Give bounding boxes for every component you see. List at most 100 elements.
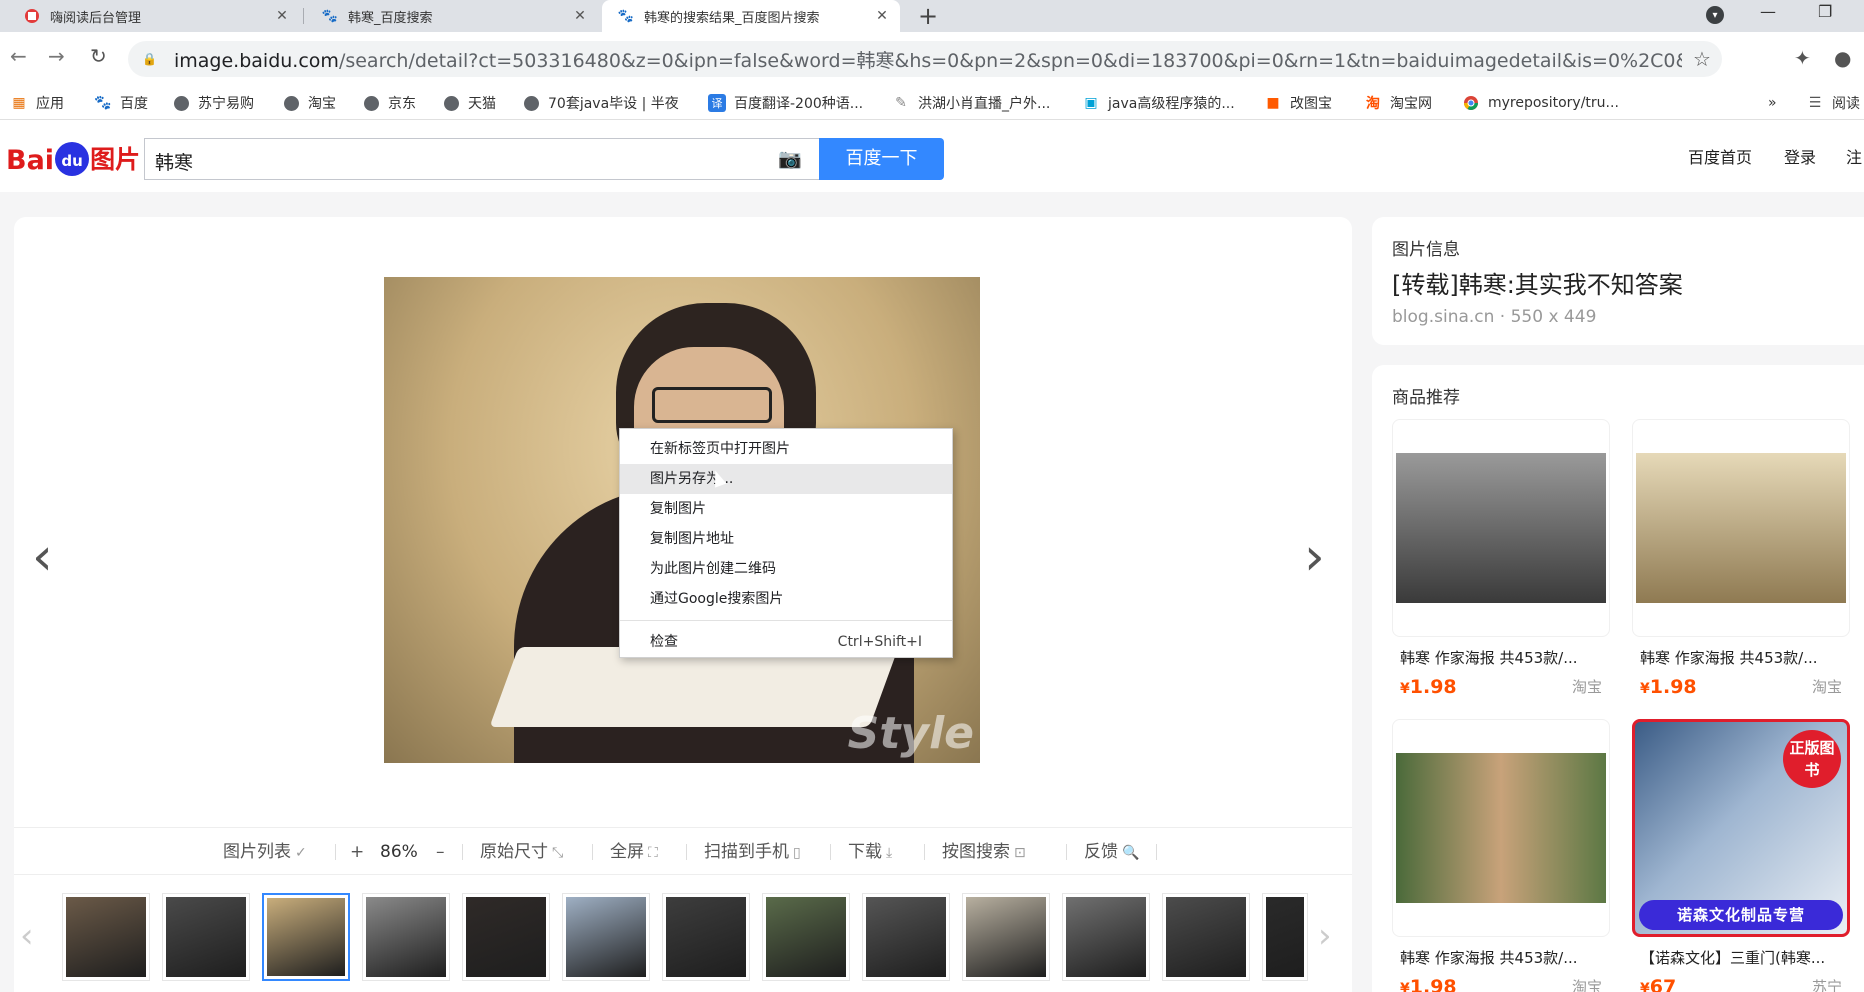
- menu-inspect[interactable]: 检查 Ctrl+Shift+I: [620, 627, 952, 657]
- close-icon[interactable]: ✕: [572, 8, 588, 24]
- menu-search-google[interactable]: 通过Google搜索图片: [620, 584, 952, 614]
- menu-copy-image[interactable]: 复制图片: [620, 494, 952, 524]
- apps-grid-icon: ▦: [12, 95, 26, 111]
- product-image[interactable]: [1632, 419, 1850, 637]
- original-size-button[interactable]: 原始尺寸 ⤡: [480, 828, 563, 876]
- search-input[interactable]: 韩寒 📷: [144, 138, 820, 180]
- extensions-puzzle-icon[interactable]: ✦: [1794, 46, 1811, 70]
- restore-icon[interactable]: ❐: [1818, 2, 1832, 21]
- product-card-ad[interactable]: 正版图书 诺森文化制品专营 【诺森文化】三重门(韩寒... ¥67 苏宁: [1632, 719, 1850, 992]
- product-name[interactable]: 【诺森文化】三重门(韩寒...: [1632, 947, 1850, 968]
- thumbnail[interactable]: [862, 893, 950, 981]
- url-text: image.baidu.com/search/detail?ct=5033164…: [174, 46, 1682, 73]
- next-image-chevron-icon[interactable]: ›: [1304, 527, 1325, 587]
- toolbar-divider: [335, 844, 336, 860]
- bookmark-jd[interactable]: 京东: [362, 86, 416, 120]
- product-price: ¥67: [1640, 976, 1677, 992]
- bookmark-suning[interactable]: 苏宁易购: [172, 86, 254, 120]
- address-bar[interactable]: 🔒 image.baidu.com/search/detail?ct=50331…: [128, 41, 1722, 77]
- bookmark-gaitubao[interactable]: ■ 改图宝: [1264, 86, 1332, 120]
- product-name[interactable]: 韩寒 作家海报 共453款/...: [1392, 647, 1610, 668]
- photo-glasses: [652, 387, 772, 423]
- reload-icon[interactable]: ↻: [90, 44, 107, 68]
- thumbnail[interactable]: [962, 893, 1050, 981]
- bookmark-baidu-translate[interactable]: 译百度翻译-200种语...: [708, 86, 863, 120]
- product-card[interactable]: 韩寒 作家海报 共453款/... ¥1.98 淘宝: [1392, 419, 1610, 698]
- thumbnail[interactable]: [762, 893, 850, 981]
- bookmarks-overflow-button[interactable]: »: [1768, 86, 1777, 120]
- baidu-image-logo[interactable]: Bai du 图片: [6, 132, 140, 176]
- thumbnail-image: [666, 897, 746, 977]
- camera-icon[interactable]: 📷: [778, 147, 802, 170]
- menu-save-image-as[interactable]: 图片另存为...: [620, 464, 952, 494]
- image-source[interactable]: blog.sina.cn · 550 x 449: [1392, 307, 1596, 327]
- thumbnail-image: [1266, 897, 1304, 977]
- product-image[interactable]: [1392, 719, 1610, 937]
- thumbnail[interactable]: [62, 893, 150, 981]
- thumbnail[interactable]: [462, 893, 550, 981]
- zoom-in-button[interactable]: +: [350, 828, 364, 876]
- thumbnail[interactable]: [362, 893, 450, 981]
- bookmark-taobao-net[interactable]: 淘淘宝网: [1364, 86, 1432, 120]
- thumbnail-image: [166, 897, 246, 977]
- zoom-out-button[interactable]: –: [436, 828, 445, 876]
- product-image[interactable]: [1392, 419, 1610, 637]
- search-button[interactable]: 百度一下: [819, 138, 944, 180]
- thumbnail[interactable]: [1162, 893, 1250, 981]
- thumbnail-image: [966, 897, 1046, 977]
- tab-image-search[interactable]: 🐾 韩寒的搜索结果_百度图片搜索 ✕: [602, 0, 900, 32]
- profile-avatar-icon[interactable]: ●: [1834, 46, 1851, 70]
- product-card[interactable]: 韩寒 作家海报 共453款/... ¥1.98 淘宝: [1392, 719, 1610, 992]
- bookmarks-bar: ▦ 应用 🐾 百度 苏宁易购 淘宝 京东 天猫 70套java毕设 | 半夜 译百度…: [0, 86, 1864, 120]
- thumbnail[interactable]: [562, 893, 650, 981]
- reading-list-button[interactable]: ☰ 阅读: [1806, 86, 1860, 120]
- bookmark-taobao[interactable]: 淘宝: [282, 86, 336, 120]
- image-title[interactable]: [转载]韩寒:其实我不知答案: [1392, 265, 1683, 300]
- tab-baidu-search[interactable]: 🐾 韩寒_百度搜索 ✕: [306, 0, 598, 32]
- fullscreen-button[interactable]: 全屏 ⛶: [610, 828, 658, 876]
- thumbnail[interactable]: [662, 893, 750, 981]
- menu-create-qr-code[interactable]: 为此图片创建二维码: [620, 554, 952, 584]
- thumbnail[interactable]: [262, 893, 350, 981]
- thumbnail[interactable]: [1262, 893, 1308, 981]
- product-name[interactable]: 韩寒 作家海报 共453款/...: [1392, 947, 1610, 968]
- bookmark-apps[interactable]: ▦ 应用: [10, 86, 64, 120]
- bookmark-myrepository[interactable]: myrepository/tru...: [1462, 86, 1619, 120]
- register-link[interactable]: 注: [1846, 144, 1862, 168]
- scan-to-phone-button[interactable]: 扫描到手机 ▯: [704, 828, 801, 876]
- feedback-button[interactable]: 反馈 🔍: [1084, 828, 1139, 876]
- tab-admin[interactable]: 嗨阅读后台管理 ✕: [8, 0, 300, 32]
- login-link[interactable]: 登录: [1784, 144, 1816, 168]
- thumbnails-prev-chevron-icon[interactable]: ‹: [20, 916, 34, 956]
- new-tab-plus-icon[interactable]: +: [918, 2, 938, 30]
- thumbnail[interactable]: [1062, 893, 1150, 981]
- baidu-home-link[interactable]: 百度首页: [1688, 144, 1752, 168]
- close-icon[interactable]: ✕: [874, 8, 890, 24]
- bookmark-java-senior[interactable]: ▣ java高级程序猿的...: [1082, 86, 1234, 120]
- bookmark-java-projects[interactable]: 70套java毕设 | 半夜: [522, 86, 679, 120]
- product-image[interactable]: 正版图书 诺森文化制品专营: [1632, 719, 1850, 937]
- thumbnail[interactable]: [162, 893, 250, 981]
- product-card[interactable]: 韩寒 作家海报 共453款/... ¥1.98 淘宝: [1632, 419, 1850, 698]
- bookmark-honghu-live[interactable]: ✎ 洪湖小肖直播_户外...: [892, 86, 1050, 120]
- minimize-icon[interactable]: —: [1760, 2, 1776, 21]
- viewer-toolbar: 图片列表 ✓ + 86% – 原始尺寸 ⤡ 全屏 ⛶ 扫描到手机 ▯ 下载 ⤓ 按图搜索 ⊡…: [14, 827, 1352, 875]
- prev-image-chevron-icon[interactable]: ‹: [32, 527, 53, 587]
- thumbnails-next-chevron-icon[interactable]: ›: [1318, 916, 1332, 956]
- bookmark-star-icon[interactable]: ☆: [1682, 47, 1722, 71]
- bookmark-label: 百度翻译-200种语...: [734, 96, 864, 112]
- menu-copy-image-address[interactable]: 复制图片地址: [620, 524, 952, 554]
- bookmark-baidu[interactable]: 🐾 百度: [94, 86, 148, 120]
- reading-list-label: 阅读: [1832, 96, 1860, 112]
- tab-search-icon[interactable]: ▾: [1706, 6, 1724, 24]
- download-button[interactable]: 下载 ⤓: [848, 828, 892, 876]
- close-icon[interactable]: ✕: [274, 8, 290, 24]
- forward-arrow-icon[interactable]: →: [48, 44, 65, 68]
- menu-item-label: 检查: [650, 634, 678, 650]
- bookmark-tmall[interactable]: 天猫: [442, 86, 496, 120]
- back-arrow-icon[interactable]: ←: [10, 44, 27, 68]
- menu-open-image-new-tab[interactable]: 在新标签页中打开图片: [620, 434, 952, 464]
- product-name[interactable]: 韩寒 作家海报 共453款/...: [1632, 647, 1850, 668]
- search-by-image-button[interactable]: 按图搜索 ⊡: [942, 828, 1026, 876]
- image-list-button[interactable]: 图片列表 ✓: [223, 828, 307, 876]
